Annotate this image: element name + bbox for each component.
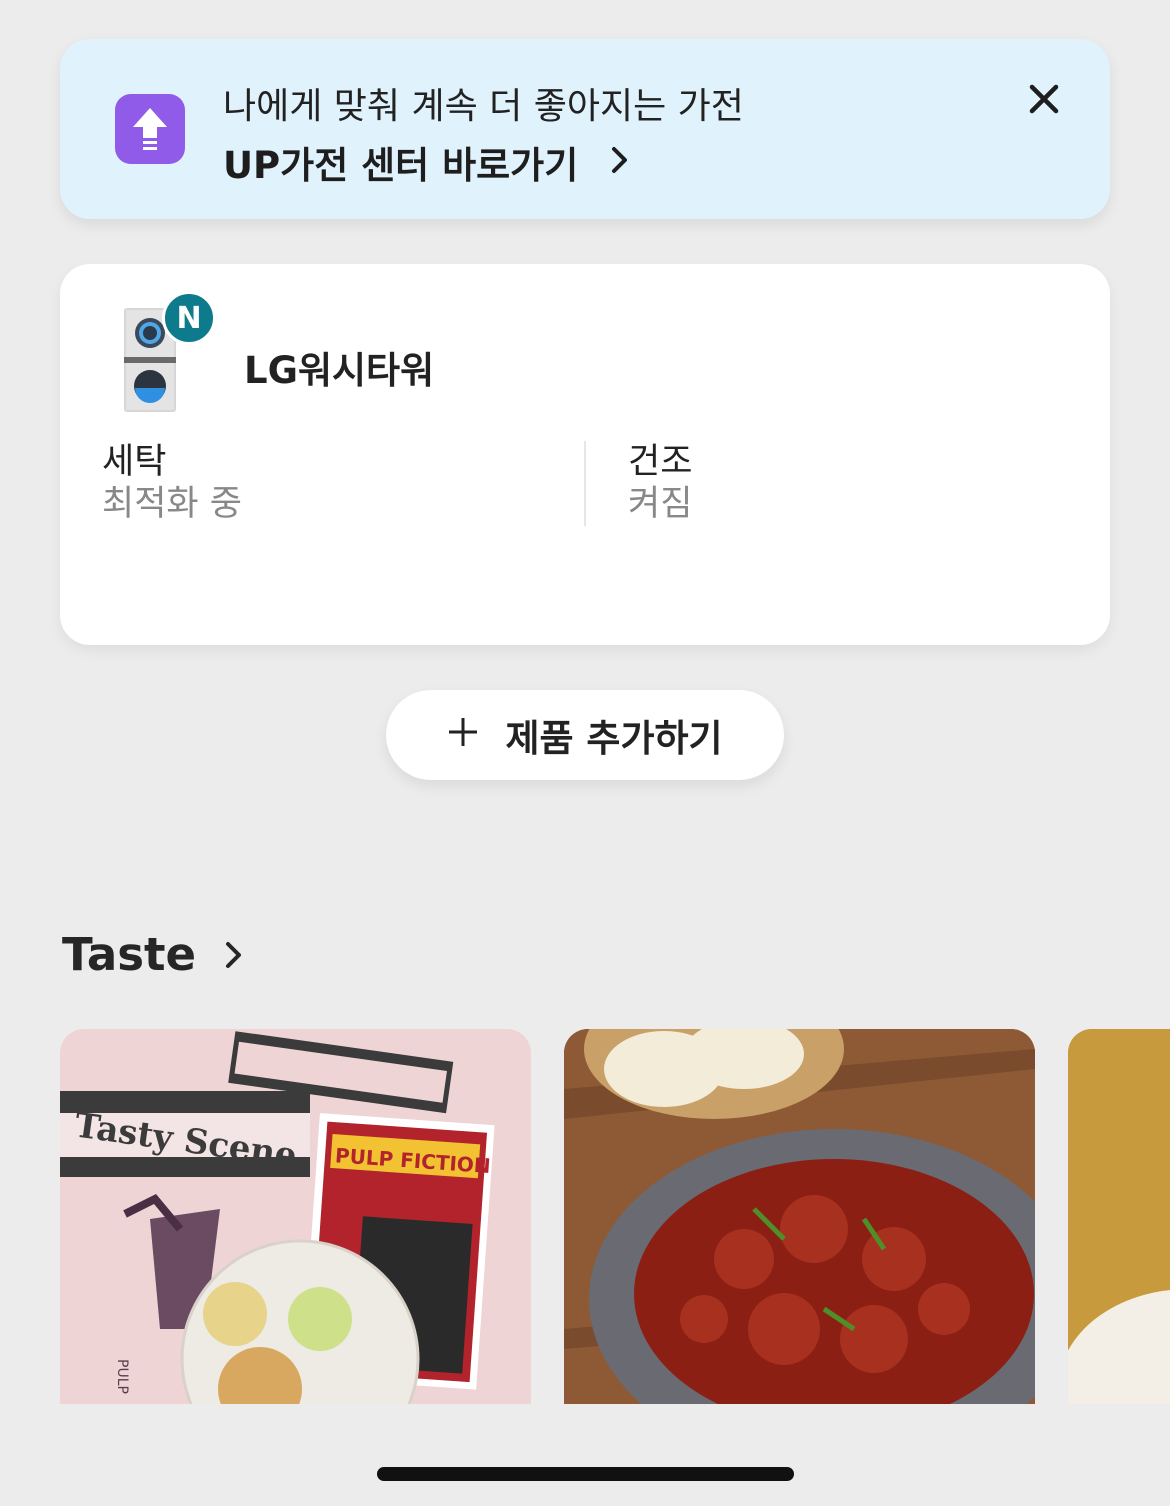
wash-status: 세탁 최적화 중: [102, 440, 242, 526]
chevron-right-icon: [224, 928, 244, 981]
side-text: PULP: [114, 1359, 130, 1394]
dry-label: 건조: [628, 442, 693, 482]
close-icon[interactable]: [1028, 83, 1060, 115]
banner-title-link[interactable]: UP가전 센터 바로가기: [223, 135, 630, 189]
bottom-safe-area: [0, 1404, 1170, 1506]
banner-title: UP가전 센터 바로가기: [223, 144, 579, 187]
partial-card[interactable]: [1068, 1029, 1170, 1404]
banner-subtitle: 나에게 맞춰 계속 더 좋아지는 가전: [223, 86, 744, 127]
status-divider: [584, 441, 586, 526]
wash-label: 세탁: [102, 442, 167, 482]
add-product-label: 제품 추가하기: [505, 717, 723, 760]
wash-value: 최적화 중: [102, 484, 242, 524]
home-indicator[interactable]: [377, 1467, 794, 1481]
spicy-octopus-illustration: [564, 1029, 1035, 1404]
taste-card-carousel[interactable]: Tasty Scene PULP FICTION PULP: [0, 1029, 1170, 1404]
device-card-washtower[interactable]: N LG워시타워 세탁 최적화 중 건조 켜짐: [60, 264, 1110, 645]
new-badge: N: [162, 291, 216, 345]
tasty-scene-illustration: Tasty Scene PULP FICTION PULP: [60, 1031, 495, 1404]
dry-value: 켜짐: [628, 484, 693, 524]
upload-arrow-icon: [115, 94, 185, 164]
tasty-scene-card[interactable]: Tasty Scene PULP FICTION PULP: [60, 1029, 531, 1404]
partial-card-image: [1068, 1029, 1170, 1404]
add-product-button[interactable]: 제품 추가하기: [386, 690, 784, 780]
spicy-octopus-card[interactable]: [564, 1029, 1035, 1404]
up-appliance-banner[interactable]: 나에게 맞춰 계속 더 좋아지는 가전 UP가전 센터 바로가기: [60, 39, 1110, 219]
taste-section-header[interactable]: Taste: [62, 928, 244, 981]
plus-icon: [447, 714, 479, 757]
device-name: LG워시타워: [244, 349, 435, 392]
dry-status: 건조 켜짐: [628, 440, 692, 526]
taste-title: Taste: [62, 928, 197, 981]
chevron-right-icon: [610, 141, 630, 184]
